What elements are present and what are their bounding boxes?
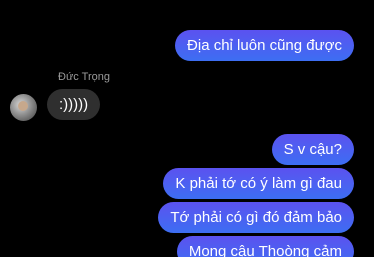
message-text: S v cậu? xyxy=(283,141,342,158)
outgoing-message-bubble[interactable]: Địa chỉ luôn cũng được xyxy=(175,30,354,61)
reaction-emojis: 😰 😰 😰 xyxy=(262,0,354,16)
incoming-message-bubble[interactable]: :))))) xyxy=(47,89,101,120)
avatar[interactable] xyxy=(10,94,37,121)
message-text: :))))) xyxy=(59,96,89,113)
message-text: K phải tớ có ý làm gì đau xyxy=(175,175,342,192)
anxious-face-emoji: 😰 xyxy=(262,0,292,17)
sender-name: Đức Trọng xyxy=(58,71,110,83)
anxious-face-emoji: 😰 xyxy=(293,0,323,17)
message-text: Mong cậu Thoòng cảm xyxy=(188,243,342,257)
outgoing-message-bubble[interactable]: K phải tớ có ý làm gì đau xyxy=(163,168,354,199)
message-text: Tớ phải có gì đó đảm bảo xyxy=(170,209,342,226)
anxious-face-emoji: 😰 xyxy=(324,0,354,17)
outgoing-message-bubble[interactable]: Mong cậu Thoòng cảm xyxy=(176,236,354,257)
message-text: Địa chỉ luôn cũng được xyxy=(187,37,342,54)
outgoing-message-bubble[interactable]: Tớ phải có gì đó đảm bảo xyxy=(158,202,354,233)
outgoing-message-bubble[interactable]: S v cậu? xyxy=(271,134,354,165)
